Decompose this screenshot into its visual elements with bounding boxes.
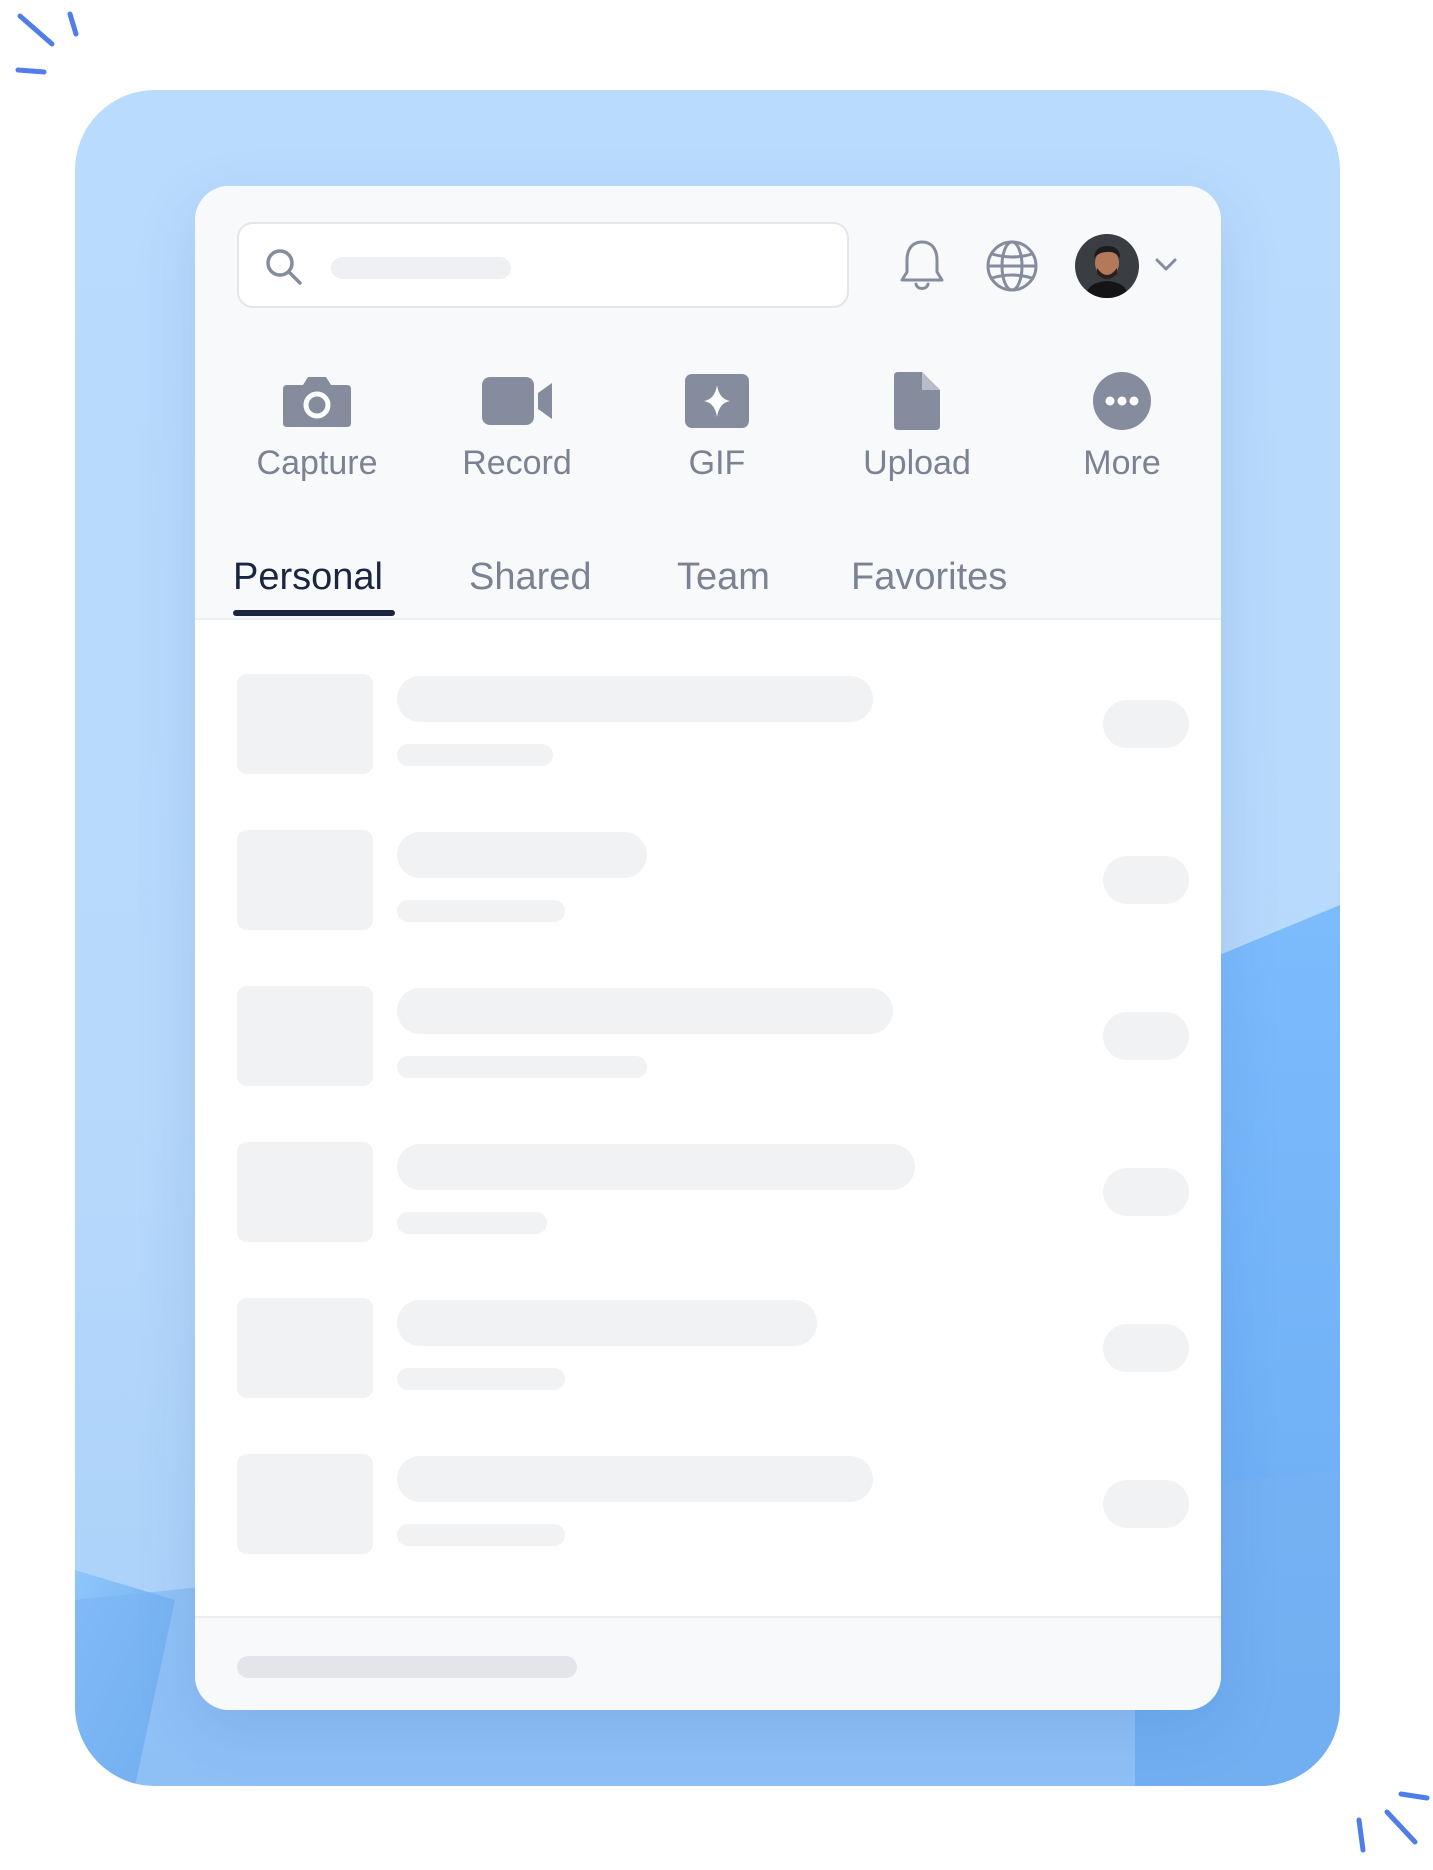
list-item-meta-placeholder	[397, 1212, 547, 1234]
search-placeholder	[331, 257, 511, 279]
list-item-thumbnail	[237, 1298, 373, 1398]
list-item-meta-placeholder	[397, 900, 565, 922]
list-item[interactable]	[195, 1298, 1221, 1398]
tab-bar: Personal Shared Team Favorites	[195, 546, 1221, 620]
gif-button[interactable]: GIF	[627, 366, 807, 483]
app-panel: Capture Record GIF Upload More Personal …	[195, 186, 1221, 1710]
list-item-meta-placeholder	[397, 1056, 647, 1078]
list-item-title-placeholder	[397, 1144, 915, 1190]
list-item-title-placeholder	[397, 1456, 873, 1502]
list-item-meta-placeholder	[397, 1524, 565, 1546]
spark-bottom-right-icon	[1356, 1791, 1430, 1853]
file-icon	[894, 372, 940, 430]
more-icon	[1093, 372, 1151, 430]
tab-shared[interactable]: Shared	[469, 556, 592, 599]
tab-personal[interactable]: Personal	[233, 556, 383, 599]
list-item-thumbnail	[237, 986, 373, 1086]
list-item-thumbnail	[237, 1142, 373, 1242]
list-item-badge-placeholder	[1103, 1480, 1189, 1528]
list-item-thumbnail	[237, 1454, 373, 1554]
list-item-title-placeholder	[397, 676, 873, 722]
tab-team[interactable]: Team	[677, 556, 770, 599]
more-button[interactable]: More	[1032, 366, 1212, 483]
list-item[interactable]	[195, 1142, 1221, 1242]
tab-favorites[interactable]: Favorites	[851, 556, 1007, 599]
search-input[interactable]	[237, 222, 849, 308]
sparkle-icon	[685, 374, 749, 428]
list-item[interactable]	[195, 1454, 1221, 1554]
camera-icon	[283, 377, 351, 427]
footer	[195, 1616, 1221, 1710]
list-item-title-placeholder	[397, 988, 893, 1034]
record-button[interactable]: Record	[427, 366, 607, 483]
capture-label: Capture	[256, 444, 378, 482]
list-item-badge-placeholder	[1103, 856, 1189, 904]
list-item-badge-placeholder	[1103, 1324, 1189, 1372]
more-label: More	[1083, 444, 1161, 482]
active-tab-indicator	[233, 610, 395, 616]
list-item-meta-placeholder	[397, 1368, 565, 1390]
list-item-badge-placeholder	[1103, 1168, 1189, 1216]
list-item[interactable]	[195, 986, 1221, 1086]
list-item-thumbnail	[237, 830, 373, 930]
footer-placeholder	[237, 1656, 577, 1678]
list-item-meta-placeholder	[397, 744, 553, 766]
upload-label: Upload	[863, 444, 971, 482]
bell-icon[interactable]	[897, 236, 947, 296]
upload-button[interactable]: Upload	[827, 366, 1007, 483]
capture-button[interactable]: Capture	[227, 366, 407, 483]
gif-label: GIF	[688, 444, 746, 482]
video-icon	[482, 377, 552, 425]
list-item[interactable]	[195, 674, 1221, 774]
avatar[interactable]	[1075, 234, 1139, 298]
globe-icon[interactable]	[985, 239, 1039, 293]
list-item-title-placeholder	[397, 832, 647, 878]
record-label: Record	[462, 444, 572, 482]
list-item[interactable]	[195, 830, 1221, 930]
header: Capture Record GIF Upload More Personal …	[195, 186, 1221, 620]
spark-top-left-icon	[15, 11, 79, 75]
list-item-thumbnail	[237, 674, 373, 774]
list-item-title-placeholder	[397, 1300, 817, 1346]
list-item-badge-placeholder	[1103, 700, 1189, 748]
search-icon	[266, 249, 302, 285]
chevron-down-icon[interactable]	[1153, 256, 1179, 274]
list-item-badge-placeholder	[1103, 1012, 1189, 1060]
